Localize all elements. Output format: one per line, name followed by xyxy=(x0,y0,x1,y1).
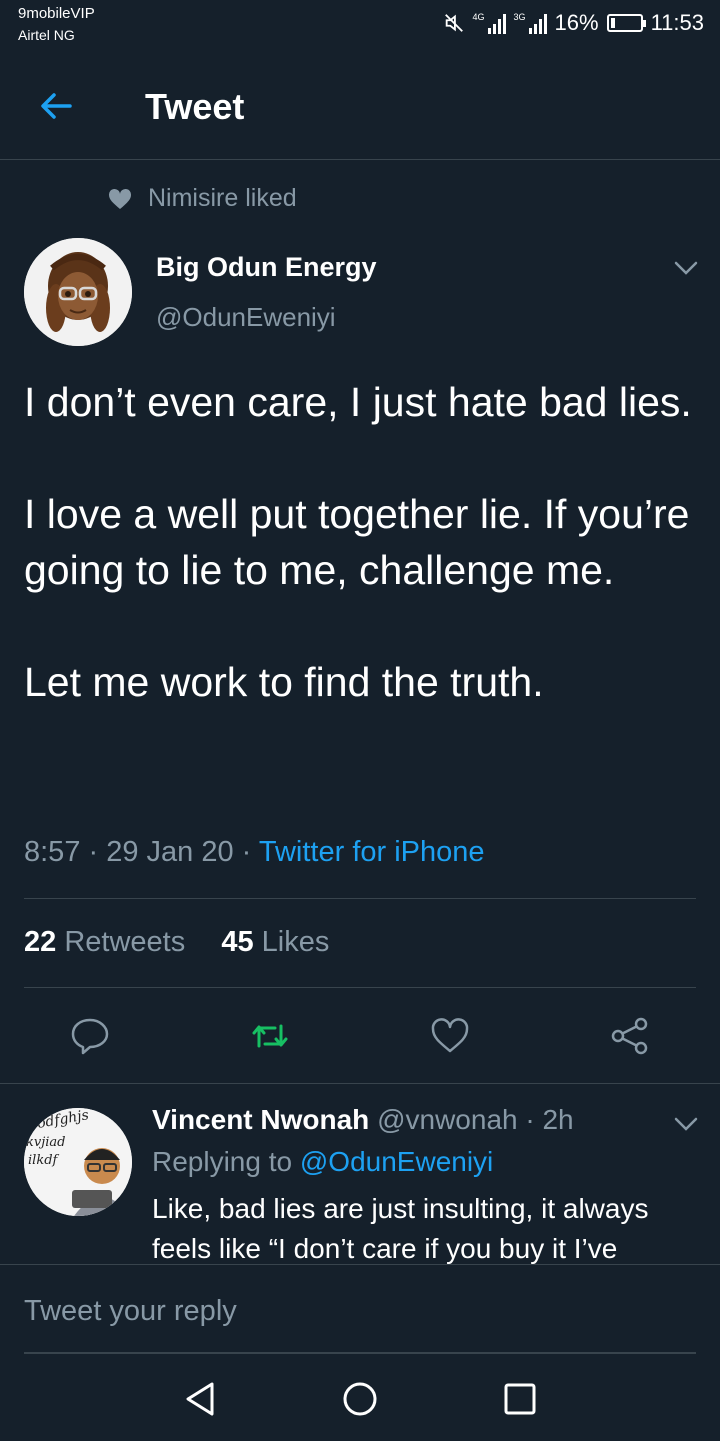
retweet-count: 22 xyxy=(24,926,57,958)
chevron-down-icon[interactable] xyxy=(672,1114,700,1134)
avatar[interactable] xyxy=(24,238,132,346)
tweet-paragraph: I love a well put together lie. If you’r… xyxy=(24,491,690,593)
carrier-secondary: Airtel NG xyxy=(18,27,75,43)
likes-stat[interactable]: 45 Likes xyxy=(221,926,329,958)
social-context: Nimisire liked xyxy=(108,184,297,213)
tweet-text: I don’t even care, I just hate bad lies.… xyxy=(24,374,694,710)
svg-text:kvjiad: kvjiad xyxy=(26,1135,65,1150)
like-icon[interactable] xyxy=(430,1016,470,1056)
tweet-paragraph: Let me work to find the truth. xyxy=(24,659,544,705)
nav-home-icon[interactable] xyxy=(340,1379,380,1419)
tweet-source-link[interactable]: Twitter for iPhone xyxy=(259,836,485,868)
divider xyxy=(0,1083,720,1084)
like-count: 45 xyxy=(221,926,254,958)
nav-back-icon[interactable] xyxy=(180,1379,220,1419)
battery-percent: 16% xyxy=(554,10,599,35)
carrier-primary: 9mobileVIP xyxy=(18,5,95,22)
reply-composer: Tweet your reply xyxy=(0,1264,720,1441)
share-icon[interactable] xyxy=(610,1016,650,1056)
reply-author-handle[interactable]: @vnwonah · 2h xyxy=(369,1104,574,1135)
system-nav-bar xyxy=(0,1351,720,1441)
retweet-icon[interactable] xyxy=(250,1016,290,1056)
author-name[interactable]: Big Odun Energy xyxy=(156,252,377,283)
replying-to: Replying to @OdunEweniyi xyxy=(152,1146,493,1178)
status-bar: 9mobileVIP Airtel NG 4G 3G 16% 11:53 xyxy=(0,0,720,50)
memoji-avatar-image xyxy=(24,238,132,346)
reply-header: Vincent Nwonah @vnwonah · 2h xyxy=(152,1104,574,1136)
retweet-label: Retweets xyxy=(56,926,186,958)
clock: 11:53 xyxy=(650,10,704,35)
divider xyxy=(24,987,696,988)
replying-prefix: Replying to xyxy=(152,1146,300,1177)
reply-input[interactable]: Tweet your reply xyxy=(24,1295,696,1354)
reply-author-name[interactable]: Vincent Nwonah xyxy=(152,1104,369,1135)
tweet-paragraph: I don’t even care, I just hate bad lies. xyxy=(24,379,692,425)
retweets-stat[interactable]: 22 Retweets xyxy=(24,926,185,958)
page-title: Tweet xyxy=(145,86,245,127)
social-context-text: Nimisire liked xyxy=(148,184,297,212)
reply-text: Like, bad lies are just insulting, it al… xyxy=(152,1193,649,1264)
status-icons: 4G 3G 16% 11:53 xyxy=(443,8,704,38)
tweet-timestamp: 8:57 · 29 Jan 20 · Twitter for iPhone xyxy=(24,836,485,869)
top-app-bar: Tweet xyxy=(0,50,720,160)
reply-avatar[interactable]: odfghjs kvjiad ilkdf xyxy=(24,1108,132,1216)
signal-3g-icon: 3G xyxy=(514,12,547,34)
heart-icon xyxy=(108,188,132,209)
replying-handle-link[interactable]: @OdunEweniyi xyxy=(300,1146,493,1177)
signal-4g-icon: 4G xyxy=(473,12,506,34)
divider xyxy=(24,898,696,899)
chevron-down-icon[interactable] xyxy=(672,258,700,278)
engagement-stats: 22 Retweets 45 Likes xyxy=(24,926,329,959)
back-arrow-icon[interactable] xyxy=(36,86,76,126)
tweet-time: 8:57 · 29 Jan 20 · xyxy=(24,836,259,868)
like-label: Likes xyxy=(253,926,330,958)
reply-icon[interactable] xyxy=(70,1016,110,1056)
battery-icon xyxy=(606,14,646,32)
nav-recents-icon[interactable] xyxy=(500,1379,540,1419)
mute-icon xyxy=(444,14,463,32)
reply-avatar-image: odfghjs kvjiad ilkdf xyxy=(24,1108,132,1216)
author-handle[interactable]: @OdunEweniyi xyxy=(156,302,336,333)
svg-text:ilkdf: ilkdf xyxy=(28,1153,60,1168)
